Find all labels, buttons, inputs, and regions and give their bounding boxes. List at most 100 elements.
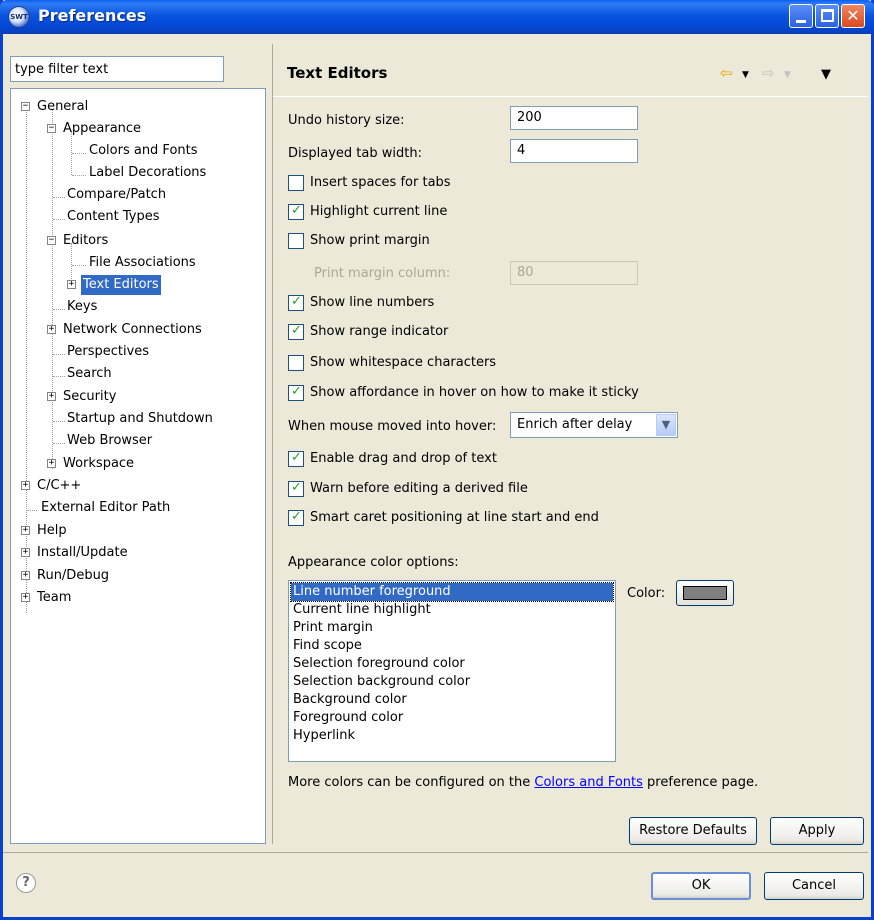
tree-guide [72,153,86,154]
list-item[interactable]: Hyperlink [291,727,613,745]
list-item[interactable]: Background color [291,691,613,709]
collapse-icon[interactable]: − [47,236,56,245]
expand-icon[interactable]: + [21,481,30,490]
cancel-button[interactable]: Cancel [764,872,864,900]
expand-icon[interactable]: + [67,280,76,289]
tree-guide [53,376,65,377]
tree-guide [27,510,37,511]
back-arrow-icon[interactable]: ⇦ [720,64,733,82]
forward-menu-icon[interactable]: ▼ [784,70,791,80]
color-picker-button[interactable] [676,580,734,606]
appearance-color-label: Appearance color options: [288,555,459,570]
close-icon: ✕ [846,6,860,25]
maximize-button[interactable] [815,4,839,28]
tree-guide [53,354,65,355]
tree-item-colors-and-fonts[interactable]: Colors and Fonts [87,141,200,161]
undo-history-label: Undo history size: [288,113,405,128]
back-menu-icon[interactable]: ▼ [742,70,749,80]
checkmark-icon: ✓ [291,480,302,495]
maximize-icon [821,9,834,22]
checkbox-box[interactable]: ✓ [288,323,304,340]
list-item[interactable]: Print margin [291,619,613,637]
expand-icon[interactable]: + [21,548,30,557]
window-title: Preferences [38,6,147,25]
tree-item-startup-shutdown[interactable]: Startup and Shutdown [65,409,215,429]
expand-icon[interactable]: + [47,325,56,334]
page-title: Text Editors [287,64,388,82]
checkbox-box[interactable]: ✓ [288,450,304,467]
tree-guide [53,421,65,422]
tree-item-external-editor-path[interactable]: External Editor Path [39,498,172,518]
print-margin-column-input: 80 [510,261,638,285]
tree-item-compare-patch[interactable]: Compare/Patch [65,185,168,205]
checkmark-icon: ✓ [291,450,302,465]
list-item[interactable]: Selection foreground color [291,655,613,673]
list-item[interactable]: Foreground color [291,709,613,727]
collapse-icon[interactable]: − [47,124,56,133]
print-margin-column-label: Print margin column: [314,266,451,281]
tree-item-search[interactable]: Search [65,364,114,384]
preferences-tree[interactable]: − General − Appearance Colors and Fonts … [10,88,266,844]
colors-note: More colors can be configured on the Col… [288,775,759,790]
list-item[interactable]: Selection background color [291,673,613,691]
tree-guide [53,219,65,220]
collapse-icon[interactable]: − [21,102,30,111]
hover-label: When mouse moved into hover: [288,419,497,434]
checkmark-icon: ✓ [291,203,302,218]
expand-icon[interactable]: + [47,392,56,401]
appearance-color-list[interactable]: Line number foreground Current line high… [288,580,616,762]
list-item[interactable]: Current line highlight [291,601,613,619]
minimize-button[interactable] [789,4,813,28]
footer-divider [3,852,868,853]
tab-width-input[interactable]: 4 [510,139,638,163]
tree-item-keys[interactable]: Keys [65,297,99,317]
tree-item-content-types[interactable]: Content Types [65,207,161,227]
colors-and-fonts-link[interactable]: Colors and Fonts [534,775,643,790]
restore-defaults-button[interactable]: Restore Defaults [629,817,757,845]
tree-guide [26,109,27,613]
forward-arrow-icon[interactable]: ⇨ [762,64,775,82]
expand-icon[interactable]: + [47,459,56,468]
page-header: Text Editors ⇦ ▼ ⇨ ▼ ▼ [272,56,868,92]
header-divider [273,96,868,97]
checkbox-box[interactable] [288,175,304,191]
tree-item-web-browser[interactable]: Web Browser [65,431,154,451]
help-icon[interactable]: ? [16,873,36,893]
tree-item-perspectives[interactable]: Perspectives [65,342,151,362]
checkmark-icon: ✓ [291,509,302,524]
minimize-icon [796,20,806,23]
color-label: Color: [627,586,666,601]
apply-button[interactable]: Apply [770,817,864,845]
tree-item-file-associations[interactable]: File Associations [87,253,198,273]
expand-icon[interactable]: + [21,571,30,580]
tree-guide [53,443,65,444]
list-item[interactable]: Line number foreground [290,582,614,602]
checkbox-box[interactable]: ✓ [288,480,304,497]
app-icon: SWT [8,6,30,28]
checkbox-box[interactable]: ✓ [288,203,304,220]
ok-button[interactable]: OK [651,872,751,900]
color-swatch [683,586,727,600]
expand-icon[interactable]: + [21,593,30,602]
checkbox-box[interactable]: ✓ [288,384,304,401]
list-item[interactable]: Find scope [291,637,613,655]
dropdown-arrow-icon[interactable]: ▼ [656,414,676,436]
filter-input[interactable] [10,56,224,82]
tree-guide [72,175,86,176]
title-bar[interactable]: SWT Preferences ✕ [0,0,874,34]
view-menu-icon[interactable]: ▼ [821,67,831,82]
checkbox-box[interactable]: ✓ [288,509,304,526]
tree-item-label-decorations[interactable]: Label Decorations [87,163,208,183]
tree-guide [72,265,86,266]
undo-history-input[interactable]: 200 [510,106,638,130]
checkbox-box[interactable] [288,355,304,371]
checkmark-icon: ✓ [291,294,302,309]
checkbox-box[interactable] [288,233,304,249]
tree-guide [52,109,53,469]
close-button[interactable]: ✕ [841,4,865,28]
expand-icon[interactable]: + [21,526,30,535]
checkbox-box[interactable]: ✓ [288,294,304,311]
hover-select[interactable]: Enrich after delay ▼ [510,412,678,438]
tree-guide [53,309,65,310]
checkmark-icon: ✓ [291,384,302,399]
